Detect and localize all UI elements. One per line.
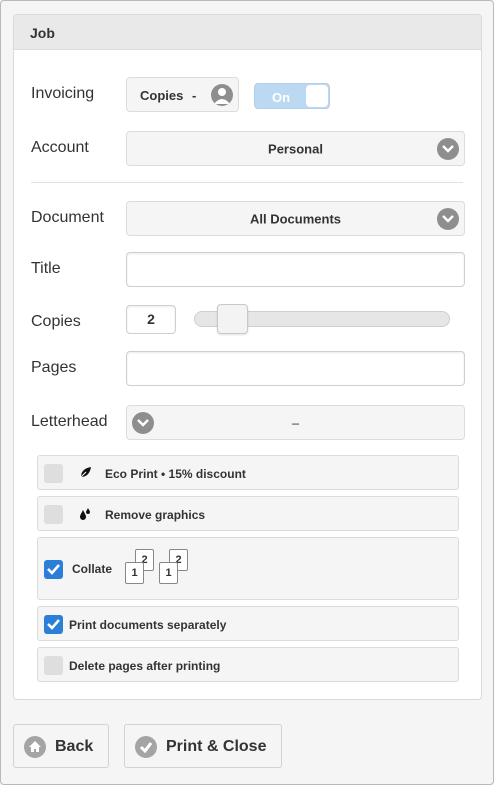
invoicing-copies-button[interactable]: Copies - xyxy=(126,77,239,112)
option-collate[interactable]: Collate 2 1 2 1 xyxy=(37,537,459,600)
option-print-separately[interactable]: Print documents separately xyxy=(37,606,459,641)
option-label: Delete pages after printing xyxy=(69,659,221,673)
check-icon xyxy=(135,736,157,758)
collate-page-number: 1 xyxy=(125,562,144,584)
divider xyxy=(31,182,463,183)
toggle-label: On xyxy=(271,90,291,105)
letterhead-selected: – xyxy=(291,415,300,430)
leaf-icon xyxy=(79,466,92,482)
account-label: Account xyxy=(31,139,89,156)
option-label: Eco Print • 15% discount xyxy=(105,467,246,481)
option-delete-pages[interactable]: Delete pages after printing xyxy=(37,647,459,682)
option-label: Remove graphics xyxy=(105,508,206,522)
remove-graphics-checkbox[interactable] xyxy=(44,505,63,524)
back-button[interactable]: Back xyxy=(13,724,109,768)
invoicing-label: Invoicing xyxy=(31,85,95,102)
print-close-label: Print & Close xyxy=(166,738,267,755)
collate-page-number: 1 xyxy=(159,562,178,584)
job-panel: Job Invoicing Copies - On Account Person… xyxy=(13,14,482,700)
document-selected: All Documents xyxy=(249,211,341,226)
option-label: Print documents separately xyxy=(69,618,227,632)
option-eco-print[interactable]: Eco Print • 15% discount xyxy=(37,455,459,490)
account-selected: Personal xyxy=(268,141,323,156)
invoicing-toggle[interactable]: On xyxy=(254,83,330,109)
eco-print-checkbox[interactable] xyxy=(44,464,63,483)
collate-pages-icon: 2 1 2 1 xyxy=(125,548,191,588)
print-close-button[interactable]: Print & Close xyxy=(124,724,282,768)
copies-label: Copies xyxy=(31,313,81,330)
document-label: Document xyxy=(31,209,104,226)
panel-title: Job xyxy=(14,15,481,50)
letterhead-label: Letterhead xyxy=(31,413,108,430)
pages-label: Pages xyxy=(31,359,77,376)
option-remove-graphics[interactable]: Remove graphics xyxy=(37,496,459,531)
option-label: Collate xyxy=(72,562,113,576)
invoicing-separator: - xyxy=(192,88,197,103)
account-select[interactable]: Personal xyxy=(126,131,465,166)
letterhead-select[interactable]: – xyxy=(126,405,465,440)
copies-input[interactable]: 2 xyxy=(126,305,176,334)
dialog-frame: Job Invoicing Copies - On Account Person… xyxy=(0,0,494,785)
title-input[interactable] xyxy=(126,252,465,287)
chevron-down-icon xyxy=(132,411,154,434)
copies-slider-thumb[interactable] xyxy=(216,304,248,334)
document-select[interactable]: All Documents xyxy=(126,201,465,236)
toggle-knob xyxy=(306,85,328,107)
invoicing-button-label: Copies xyxy=(140,88,184,103)
collate-checkbox[interactable] xyxy=(44,560,63,579)
home-icon xyxy=(24,736,46,758)
chevron-down-icon xyxy=(437,207,459,230)
user-icon xyxy=(211,84,233,106)
ink-drops-icon xyxy=(78,507,92,523)
print-separately-checkbox[interactable] xyxy=(44,615,63,634)
title-label: Title xyxy=(31,260,61,277)
delete-pages-checkbox[interactable] xyxy=(44,656,63,675)
back-label: Back xyxy=(55,738,94,755)
pages-input[interactable] xyxy=(126,351,465,386)
chevron-down-icon xyxy=(437,137,459,160)
